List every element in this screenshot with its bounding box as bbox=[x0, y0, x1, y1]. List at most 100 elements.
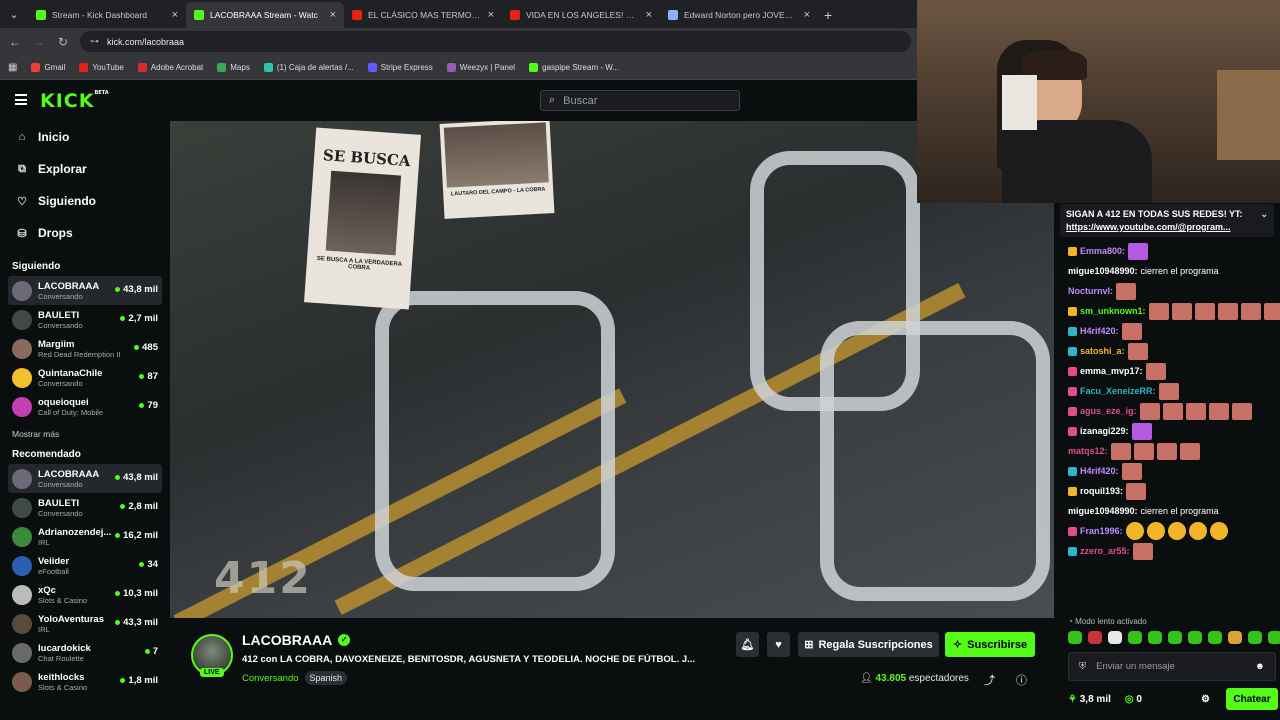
bookmark-item[interactable]: (1) Caja de alertas /... bbox=[263, 62, 354, 72]
share-icon[interactable]: ⤴ bbox=[984, 672, 995, 688]
close-tab-icon[interactable]: × bbox=[330, 9, 336, 21]
chat-username[interactable]: migue10948990: bbox=[1068, 261, 1138, 281]
chat-username[interactable]: migue10948990: bbox=[1068, 501, 1138, 521]
chat-username[interactable]: sm_unknown1: bbox=[1080, 301, 1146, 321]
show-more-link[interactable]: Mostrar más bbox=[0, 429, 170, 439]
emote-button[interactable] bbox=[1208, 631, 1222, 644]
nav-item[interactable]: ♡ Siguiendo bbox=[0, 185, 170, 217]
send-chat-button[interactable]: Chatear bbox=[1226, 688, 1278, 710]
sidebar-channel[interactable]: xQc Slots & Casino 10,3 mil bbox=[8, 580, 162, 609]
gear-icon[interactable]: ⚙ bbox=[1201, 694, 1210, 705]
stream-title: 412 con LA COBRA, DAVOXENEIZE, BENITOSDR… bbox=[242, 654, 696, 665]
bookmark-icon bbox=[79, 62, 89, 72]
gift-subs-button[interactable]: ⊞ Regala Suscripciones bbox=[798, 632, 939, 657]
sidebar-channel[interactable]: Veiider eFootball 34 bbox=[8, 551, 162, 580]
emote-button[interactable] bbox=[1108, 631, 1122, 644]
emote-button[interactable] bbox=[1168, 631, 1182, 644]
bookmark-label: Gmail bbox=[44, 62, 66, 72]
chat-username[interactable]: Emma800: bbox=[1080, 241, 1125, 261]
browser-tab[interactable]: Edward Norton pero JOVEN - E × bbox=[660, 2, 818, 28]
bookmark-item[interactable]: YouTube bbox=[79, 62, 124, 72]
subscribe-button[interactable]: ✧ Suscribirse bbox=[945, 632, 1035, 657]
kick-logo[interactable]: KICKBETA bbox=[40, 90, 109, 112]
emote-button[interactable] bbox=[1268, 631, 1280, 644]
close-tab-icon[interactable]: × bbox=[488, 9, 494, 21]
new-tab-button[interactable]: + bbox=[824, 2, 832, 28]
emote-button[interactable] bbox=[1228, 631, 1242, 644]
sidebar-channel[interactable]: oqueioquei Call of Duty: Mobile 79 bbox=[8, 392, 162, 421]
bookmark-item[interactable]: Maps bbox=[217, 62, 250, 72]
bookmark-label: Maps bbox=[230, 62, 250, 72]
nav-item[interactable]: ⛁ Drops bbox=[0, 217, 170, 249]
emote-button[interactable] bbox=[1068, 631, 1082, 644]
channel-name[interactable]: LACOBRAAA bbox=[242, 632, 332, 648]
sidebar-channel[interactable]: Adrianozendej... IRL 16,2 mil bbox=[8, 522, 162, 551]
bookmark-item[interactable]: Gmail bbox=[31, 62, 66, 72]
pinned-link[interactable]: https://www.youtube.com/@program... bbox=[1066, 221, 1268, 234]
search-input[interactable]: ⌕ Buscar bbox=[540, 90, 740, 111]
sidebar-channel[interactable]: BAULETI Conversando 2,7 mil bbox=[8, 305, 162, 334]
bookmark-label: Weezyx | Panel bbox=[459, 62, 516, 72]
chat-username[interactable]: izanagi229: bbox=[1080, 421, 1129, 441]
bookmark-item[interactable]: gaspipe Stream - W... bbox=[529, 62, 619, 72]
emote-button[interactable] bbox=[1188, 631, 1202, 644]
channel-points[interactable]: 3,8 mil bbox=[1080, 694, 1111, 705]
chat-message: migue10948990: cierren el programa bbox=[1054, 501, 1280, 521]
chat-message: H4rif420: bbox=[1054, 321, 1280, 341]
emote-button[interactable] bbox=[1148, 631, 1162, 644]
emote-button[interactable] bbox=[1128, 631, 1142, 644]
tab-search-icon[interactable]: ⌄ bbox=[0, 0, 28, 28]
browser-tab[interactable]: Stream - Kick Dashboard × bbox=[28, 2, 186, 28]
chat-username[interactable]: H4rif420: bbox=[1080, 461, 1119, 481]
site-info-icon[interactable]: ⊶ bbox=[90, 36, 99, 47]
nav-item[interactable]: ⧉ Explorar bbox=[0, 153, 170, 185]
language-tag[interactable]: Spanish bbox=[304, 671, 348, 685]
browser-tab[interactable]: EL CLÁSICO MAS TERMO DEL C × bbox=[344, 2, 502, 28]
sidebar-channel[interactable]: keithlocks Slots & Casino 1,8 mil bbox=[8, 667, 162, 696]
chat-username[interactable]: Facu_XeneizeRR: bbox=[1080, 381, 1156, 401]
reload-icon[interactable]: ↻ bbox=[56, 35, 70, 49]
chat-input[interactable]: ⛨ Enviar un mensaje ☻ bbox=[1068, 652, 1276, 681]
chat-username[interactable]: Fran1996: bbox=[1080, 521, 1123, 541]
forward-icon[interactable]: → bbox=[32, 35, 46, 49]
chat-username[interactable]: H4rif420: bbox=[1080, 321, 1119, 341]
chat-username[interactable]: matqs12: bbox=[1068, 441, 1108, 461]
sidebar-channel[interactable]: QuintanaChile Conversando 87 bbox=[8, 363, 162, 392]
chat-username[interactable]: emma_mvp17: bbox=[1080, 361, 1143, 381]
browser-tab[interactable]: LACOBRAAA Stream - Watc × bbox=[186, 2, 344, 28]
close-tab-icon[interactable]: × bbox=[172, 9, 178, 21]
chat-username[interactable]: agus_eze_ig: bbox=[1080, 401, 1137, 421]
sidebar-channel[interactable]: lucardokick Chat Roulette 7 bbox=[8, 638, 162, 667]
notifications-button[interactable]: 🔔︎ bbox=[736, 632, 759, 657]
emote-button[interactable] bbox=[1088, 631, 1102, 644]
kicks-count[interactable]: 0 bbox=[1136, 694, 1142, 705]
menu-icon[interactable] bbox=[15, 94, 27, 108]
chat-username[interactable]: zzero_ar55: bbox=[1080, 541, 1130, 561]
chevron-down-icon[interactable]: ⌄ bbox=[1260, 208, 1268, 221]
close-tab-icon[interactable]: × bbox=[804, 9, 810, 21]
sidebar-channel[interactable]: LACOBRAAA Conversando 43,8 mil bbox=[8, 464, 162, 493]
apps-icon[interactable]: ▦ bbox=[8, 62, 17, 73]
follow-button[interactable]: ♥ bbox=[767, 632, 790, 657]
chat-message: agus_eze_ig: bbox=[1054, 401, 1280, 421]
bookmark-item[interactable]: Weezyx | Panel bbox=[446, 62, 516, 72]
chat-username[interactable]: Nocturnvl: bbox=[1068, 281, 1113, 301]
sidebar-channel[interactable]: YoloAventuras IRL 43,3 mil bbox=[8, 609, 162, 638]
sidebar-channel[interactable]: Margiim Red Dead Redemption II 485 bbox=[8, 334, 162, 363]
sidebar-channel[interactable]: LACOBRAAA Conversando 43,8 mil bbox=[8, 276, 162, 305]
url-field[interactable]: ⊶ kick.com/lacobraaa bbox=[80, 31, 911, 52]
browser-tab[interactable]: VIDA EN LOS ANGELES! VEGET × bbox=[502, 2, 660, 28]
bookmark-item[interactable]: Adobe Acrobat bbox=[137, 62, 203, 72]
emote-button[interactable] bbox=[1248, 631, 1262, 644]
sidebar-channel[interactable]: BAULETI Conversando 2,8 mil bbox=[8, 493, 162, 522]
bookmark-item[interactable]: Stripe Express bbox=[367, 62, 433, 72]
info-icon[interactable]: ⓘ bbox=[1016, 672, 1027, 688]
nav-item[interactable]: ⌂ Inicio bbox=[0, 121, 170, 153]
chat-username[interactable]: roquil193: bbox=[1080, 481, 1123, 501]
pinned-message[interactable]: SIGAN A 412 EN TODAS SUS REDES! YT: http… bbox=[1060, 204, 1274, 237]
chat-username[interactable]: satoshi_a: bbox=[1080, 341, 1125, 361]
emoji-icon[interactable]: ☻ bbox=[1255, 661, 1265, 672]
close-tab-icon[interactable]: × bbox=[646, 9, 652, 21]
category-link[interactable]: Conversando bbox=[242, 673, 299, 684]
back-icon[interactable]: ← bbox=[8, 35, 22, 49]
